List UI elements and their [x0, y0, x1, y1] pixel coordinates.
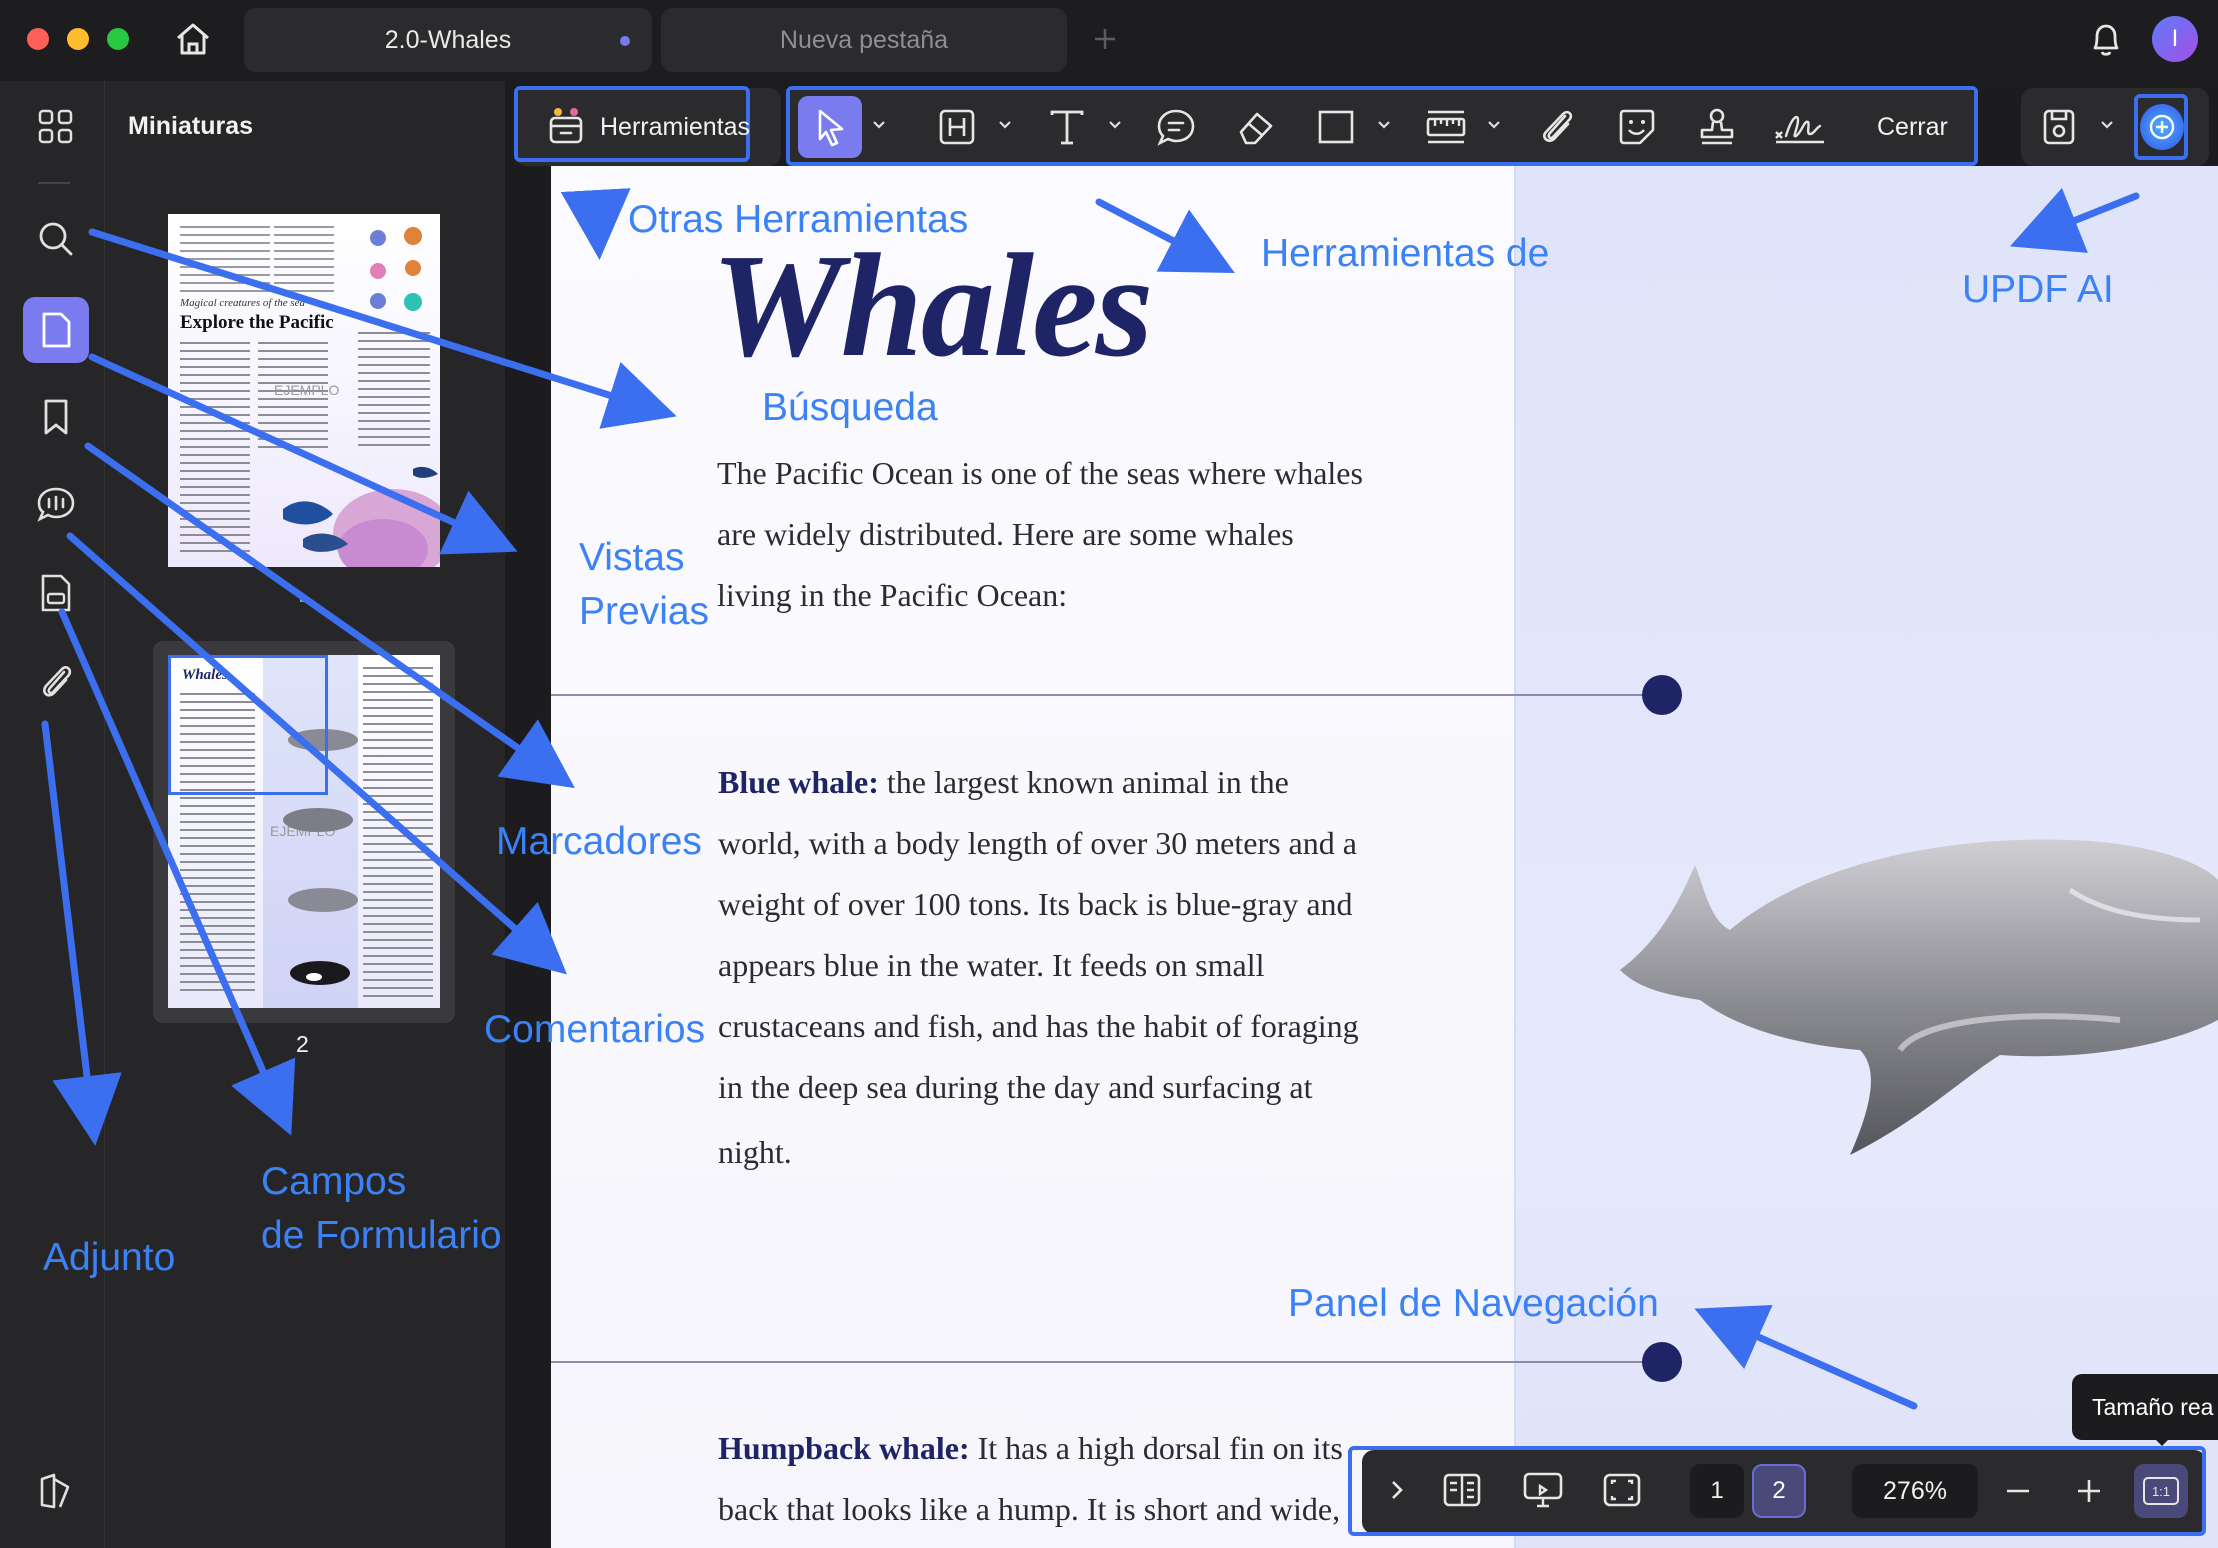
presentation-icon[interactable]	[1522, 1470, 1564, 1510]
tooltip-text: Tamaño rea	[2092, 1393, 2214, 1420]
annotation-bookmarks: Marcadores	[496, 820, 702, 863]
annotation-previews: Previas	[579, 590, 710, 633]
actual-size-button[interactable]: 1:1	[2134, 1464, 2188, 1518]
page-1-button[interactable]: 1	[1690, 1464, 1744, 1518]
annotation-updf-ai: UPDF AI	[1962, 268, 2114, 311]
annotation-form-fields-2: de Formulario	[261, 1214, 502, 1257]
actual-size-icon: 1:1	[2143, 1477, 2179, 1505]
zoom-value: 276%	[1883, 1476, 1947, 1505]
annotation-arrows	[41, 187, 2140, 1410]
annotation-search: Búsqueda	[762, 386, 938, 429]
page-layout-icon[interactable]	[1442, 1470, 1482, 1510]
annotation-nav-panel: Panel de Navegación	[1288, 1282, 1659, 1325]
annotation-views: Vistas	[579, 536, 685, 579]
annotation-attachment: Adjunto	[43, 1236, 176, 1279]
page-2-button[interactable]: 2	[1752, 1464, 1806, 1518]
chevron-right-icon[interactable]	[1390, 1478, 1404, 1502]
zoom-in-icon[interactable]	[2074, 1476, 2104, 1506]
annotation-tools-of: Herramientas de	[1261, 232, 1550, 275]
page-number: 1	[1710, 1477, 1724, 1504]
annotation-form-fields: Campos	[261, 1160, 407, 1203]
annotation-other-tools: Otras Herramientas	[628, 198, 969, 241]
actual-size-tooltip: Tamaño rea	[2072, 1374, 2218, 1440]
page-number: 2	[1772, 1477, 1786, 1504]
zoom-out-icon[interactable]	[2003, 1476, 2033, 1506]
zoom-level-field[interactable]: 276%	[1852, 1464, 1978, 1518]
fit-screen-icon[interactable]	[1602, 1470, 1642, 1510]
tooltip-arrow	[2152, 1436, 2172, 1446]
annotation-comments: Comentarios	[484, 1008, 706, 1051]
